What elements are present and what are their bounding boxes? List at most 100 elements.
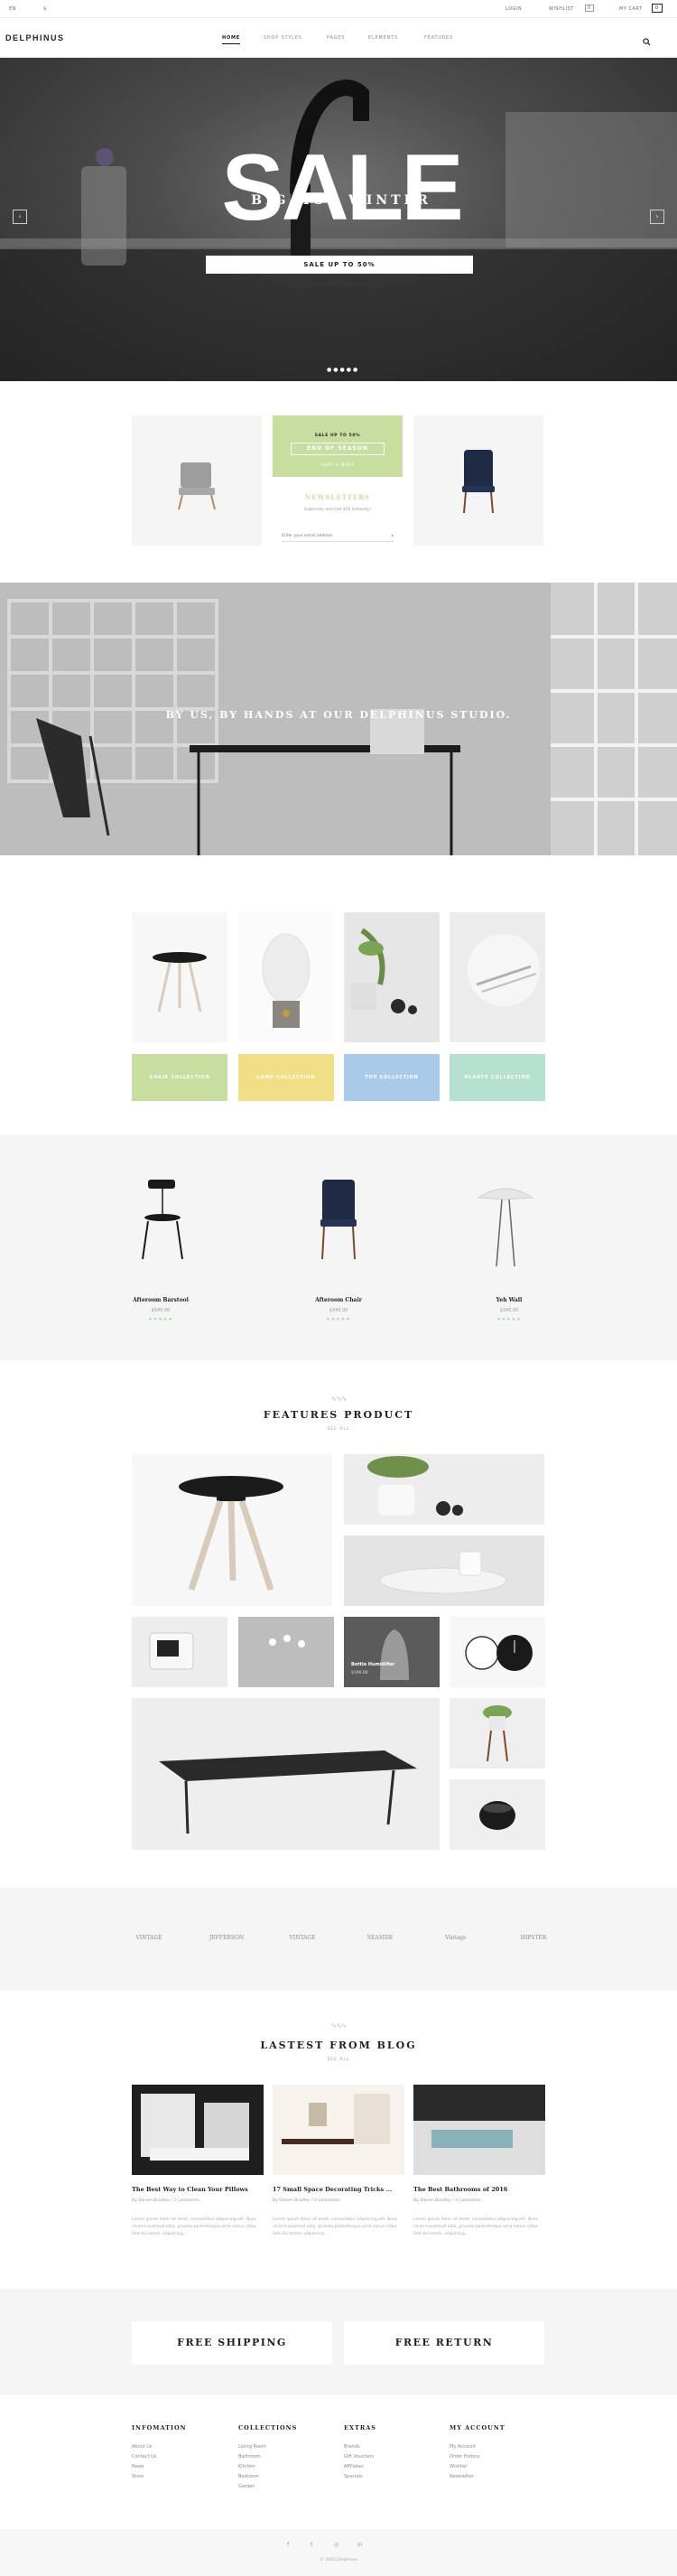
feature-tray-tile[interactable] [344, 1535, 544, 1606]
stool-illustration [153, 952, 207, 1013]
brand-logo-vintage-3[interactable]: Vintage [433, 1935, 478, 1941]
arrow-right-icon[interactable]: › [391, 532, 394, 539]
chair-product-image[interactable] [302, 1180, 375, 1261]
footer-link-kitchen[interactable]: Kitchen [238, 2464, 255, 2469]
product-price-wall: $345.00 [499, 1308, 519, 1313]
nav-home[interactable]: HOME [222, 35, 241, 44]
nav-shop-styles[interactable]: SHOP STYLES [264, 35, 302, 41]
speaker-illustration [149, 1632, 194, 1670]
footer-link-wishlist[interactable]: Wishlist [450, 2464, 467, 2469]
slider-dots[interactable]: ●●●●● [327, 367, 359, 373]
interior-photo-2 [273, 2085, 404, 2175]
cart-link[interactable]: MY CART [619, 6, 643, 12]
footer-link-specials[interactable]: Specials [344, 2474, 363, 2479]
footer-link-living-room[interactable]: Living Room [238, 2444, 266, 2450]
next-slide-button[interactable]: › [650, 210, 664, 224]
lamp-illustration [262, 933, 311, 1028]
footer-link-contact[interactable]: Contact Us [132, 2454, 156, 2459]
blog-post-title-3[interactable]: The Best Bathrooms of 2016 [413, 2186, 549, 2193]
nav-features[interactable]: FEATURES [424, 35, 453, 41]
collection-bar-top[interactable]: TOP COLLECTION [344, 1054, 440, 1101]
features-see-all[interactable]: SEE ALL [0, 1427, 677, 1432]
linkedin-icon[interactable]: in [357, 2542, 362, 2548]
studio-banner: BY US, BY HANDS AT OUR DELPHINUS STUDIO. [0, 583, 677, 855]
footer-link-order-history[interactable]: Order History [450, 2454, 480, 2459]
footer-link-store[interactable]: Store [132, 2474, 144, 2479]
blog-image-1[interactable] [132, 2085, 264, 2175]
collection-plants-image[interactable] [450, 912, 545, 1042]
product-name-barstool[interactable]: Afteroom Barstool [107, 1297, 215, 1303]
product-name-wall[interactable]: Yeh Wall [455, 1297, 563, 1303]
wishlist-link[interactable]: WISHLIST [549, 6, 574, 12]
brand-logo-hipster[interactable]: HIPSTER [511, 1935, 556, 1941]
footer-link-bathroom[interactable]: Bathroom [238, 2454, 261, 2459]
footer-col-title-info: INFOMATION [132, 2424, 187, 2431]
facebook-icon[interactable]: f [287, 2542, 289, 2548]
feature-clock-tile[interactable] [450, 1617, 545, 1687]
feature-humidifier-tile[interactable]: Bottle Humidifier $199.00 [344, 1617, 440, 1687]
brand-logo-seaside[interactable]: SEASIDE [357, 1935, 403, 1941]
newsletter-email-field[interactable]: Enter your email address › [282, 529, 394, 542]
twitter-icon[interactable]: t [311, 2542, 312, 2548]
prev-slide-button[interactable]: ‹ [13, 210, 27, 224]
brand-logo-vintage-2[interactable]: VINTAGE [280, 1935, 325, 1941]
footer-link-brands[interactable]: Brands [344, 2444, 360, 2450]
nav-elements[interactable]: ELEMENTS [368, 35, 398, 41]
barstool-product-image[interactable] [126, 1171, 199, 1261]
footer-link-garden[interactable]: Garden [238, 2484, 255, 2489]
wall-hooks-illustration [269, 1635, 305, 1647]
free-return-box: FREE RETURN [344, 2321, 544, 2365]
product-name-chair[interactable]: Afteroom Chair [284, 1297, 393, 1303]
logo[interactable]: DELPHINUS [5, 33, 65, 42]
features-title: FEATURES PRODUCT [263, 1409, 414, 1421]
footer-link-newsletter[interactable]: Newsletter [450, 2474, 474, 2479]
blog-image-3[interactable] [413, 2085, 545, 2175]
instagram-icon[interactable]: ◎ [334, 2542, 338, 2548]
collection-bar-lamp[interactable]: LAMP COLLECTION [238, 1054, 334, 1101]
footer-link-bedroom[interactable]: Bedroom [238, 2474, 259, 2479]
promo-chair-image[interactable] [132, 415, 262, 546]
feature-stool-tile[interactable] [132, 1454, 332, 1606]
nav-pages[interactable]: PAGES [327, 35, 345, 41]
wall-shelf-product-image[interactable] [469, 1180, 542, 1270]
blog-post-excerpt-2: Lorem ipsum dolor sit amet, consectetur … [273, 2217, 398, 2236]
brand-logo-vintage-1[interactable]: VINTAGE [126, 1935, 172, 1941]
collection-top-image[interactable] [344, 912, 440, 1042]
blog-post-title-2[interactable]: 17 Small Space Decorating Tricks ... [273, 2186, 408, 2193]
end-of-season-button[interactable]: END OF SEASON [291, 443, 385, 455]
feature-planter-tile[interactable] [450, 1698, 545, 1769]
collection-chair-image[interactable] [132, 912, 227, 1042]
feature-hooks-tile[interactable] [238, 1617, 334, 1687]
interior-photo-1 [132, 2085, 264, 2175]
blog-post-meta-3: By Steven Bradley / 3 Comments [413, 2198, 481, 2203]
shop-more-link[interactable]: SHOP & MORE [273, 462, 403, 467]
footer-link-gift-vouchers[interactable]: Gift Vouchers [344, 2454, 374, 2459]
feature-plant-tile[interactable] [344, 1454, 544, 1525]
footer-link-about[interactable]: About Us [132, 2444, 153, 2450]
shipping-section: FREE SHIPPING FREE RETURN [0, 2289, 677, 2395]
collection-bar-plants[interactable]: PLANTS COLLECTION [450, 1054, 545, 1101]
blog-post-meta-1: By Steven Bradley / 3 Comments [132, 2198, 199, 2203]
blog-see-all[interactable]: SEE ALL [0, 2058, 677, 2062]
currency-selector[interactable]: $ [43, 6, 47, 12]
language-selector[interactable]: EN [9, 6, 16, 12]
feature-table-tile[interactable] [132, 1698, 440, 1850]
promo-navy-chair-image[interactable] [413, 415, 543, 546]
login-link[interactable]: LOGIN [505, 6, 522, 12]
bowl-illustration [479, 1801, 515, 1830]
footer-link-affiliates[interactable]: Affiliates [344, 2464, 364, 2469]
brand-logo-jefferson[interactable]: JEFFERSON [204, 1935, 249, 1941]
blog-image-2[interactable] [273, 2085, 404, 2175]
feature-bowl-tile[interactable] [450, 1779, 545, 1850]
hero-sale-button[interactable]: SALE UP TO 50% [206, 256, 473, 274]
footer-link-news[interactable]: News [132, 2464, 144, 2469]
blog-post-title-1[interactable]: The Best Way to Clean Your Pillows [132, 2186, 267, 2193]
humidifier-price: $199.00 [351, 1671, 368, 1675]
footer-link-my-account[interactable]: My Account [450, 2444, 476, 2450]
collection-bar-chair[interactable]: CHAIR COLLECTION [132, 1054, 227, 1101]
clock-illustration [465, 1635, 533, 1671]
collection-lamp-image[interactable] [238, 912, 334, 1042]
search-icon[interactable] [643, 33, 651, 50]
feature-speaker-tile[interactable] [132, 1617, 227, 1687]
newsletter-email-placeholder: Enter your email address [282, 534, 333, 538]
